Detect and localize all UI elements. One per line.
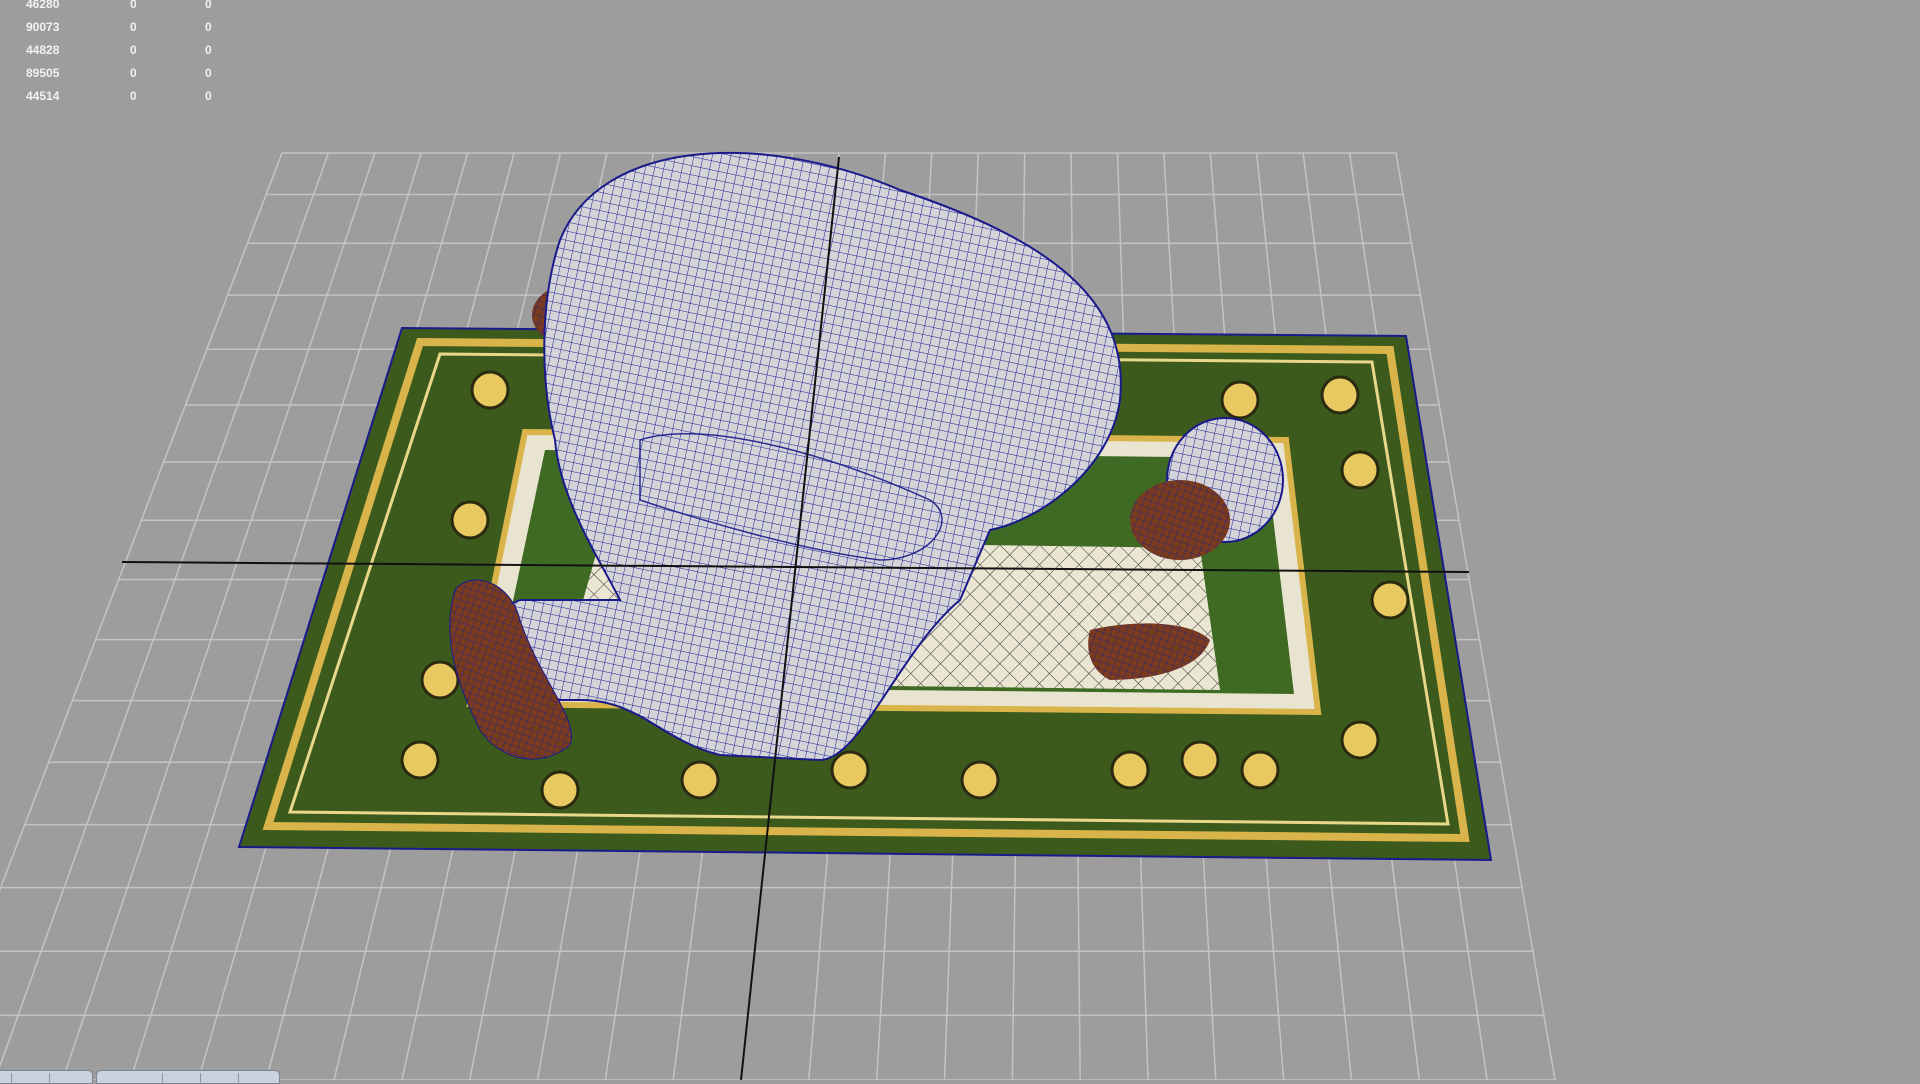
hud-row: 89505 0 0: [0, 66, 240, 82]
shelf-tab-group-2[interactable]: [96, 1070, 280, 1084]
grid-line: [0, 152, 283, 892]
rosette: [1340, 450, 1380, 490]
rosette: [1320, 375, 1360, 415]
rosette: [1220, 380, 1260, 420]
hud-row: 44514 0 0: [0, 89, 240, 105]
hud-value: 0: [205, 66, 212, 80]
grid-line: [0, 152, 330, 1068]
hud-value: 44828: [26, 43, 60, 57]
rosette: [1110, 750, 1150, 790]
hud-value: 0: [130, 0, 137, 11]
rosette: [420, 660, 460, 700]
hud-value: 44514: [26, 89, 60, 103]
hud-row: 46280 0 0: [0, 0, 240, 13]
3d-viewport[interactable]: [0, 0, 1920, 1080]
hud-value: 0: [130, 89, 137, 103]
hud-value: 0: [205, 20, 212, 34]
hud-value: 0: [205, 0, 212, 11]
bottom-shelf-tabs[interactable]: [0, 1070, 300, 1084]
hud-value: 0: [130, 43, 137, 57]
rosette: [680, 760, 720, 800]
hud-row: 44828 0 0: [0, 43, 240, 59]
rosette: [960, 760, 1000, 800]
hud-value: 46280: [26, 0, 60, 11]
shelf-tab-group-1[interactable]: [0, 1070, 93, 1084]
hud-value: 0: [205, 43, 212, 57]
rosette: [1370, 580, 1410, 620]
rosette: [400, 740, 440, 780]
rosette: [470, 370, 510, 410]
hud-value: 90073: [26, 20, 60, 34]
hud-row: 90073 0 0: [0, 20, 240, 36]
hud-value: 0: [205, 89, 212, 103]
rosette: [1340, 720, 1380, 760]
hud-value: 0: [130, 66, 137, 80]
hud-value: 89505: [26, 66, 60, 80]
rosette: [540, 770, 580, 810]
hud-value: 0: [130, 20, 137, 34]
rosette: [1180, 740, 1220, 780]
rosette: [1240, 750, 1280, 790]
rosette: [450, 500, 490, 540]
rosette: [830, 750, 870, 790]
